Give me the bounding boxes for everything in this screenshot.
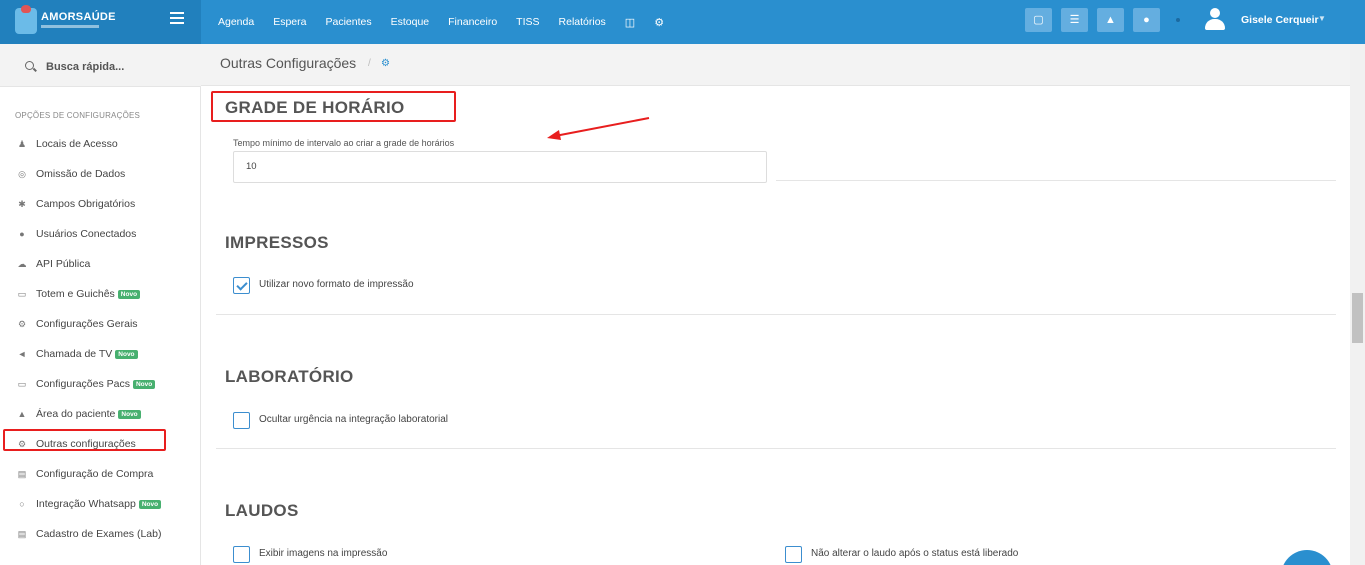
status-dot <box>1176 18 1180 22</box>
sidebar-heading: OPÇÕES DE CONFIGURAÇÕES <box>15 111 141 120</box>
laptop-icon: ▭ <box>17 288 27 299</box>
sidebar-item-label: Configurações Gerais <box>36 318 138 330</box>
section-title-laudos: LAUDOS <box>225 501 299 520</box>
new-badge: Novo <box>115 349 138 359</box>
nav-espera[interactable]: Espera <box>273 16 306 28</box>
sidebar-item[interactable]: ▲ Área do paciente Novo <box>0 399 201 429</box>
brand-logo-icon <box>15 5 37 34</box>
breadcrumb-separator: / <box>368 58 371 69</box>
show-images-label: Exibir imagens na impressão <box>259 548 388 559</box>
flask-icon: ▲ <box>17 409 27 419</box>
cloud-icon: ☁ <box>17 258 27 269</box>
sidebar-item[interactable]: ▤ Cadastro de Exames (Lab) <box>0 519 201 549</box>
nav-pacientes[interactable]: Pacientes <box>325 16 371 28</box>
scrollbar-thumb[interactable] <box>1352 293 1363 343</box>
section-title-grade: GRADE DE HORÁRIO <box>225 98 405 117</box>
person-icon: ♟ <box>17 138 27 149</box>
cart-icon: ▤ <box>17 468 27 479</box>
sidebar-list: ♟ Locais de Acesso ◎ Omissão de Dados ✱ Campo… <box>0 129 201 549</box>
bell-icon[interactable]: ▲ <box>1097 8 1124 32</box>
gears-icon: ⚙ <box>17 318 27 329</box>
show-images-checkbox[interactable] <box>233 546 250 563</box>
nav-financeiro[interactable]: Financeiro <box>448 16 497 28</box>
hide-urgency-checkbox[interactable] <box>233 412 250 429</box>
brand-name: AMORSAÚDE <box>41 11 116 23</box>
nav-tiss[interactable]: TISS <box>516 16 539 28</box>
section-title-impressos: IMPRESSOS <box>225 233 329 252</box>
sidebar-item[interactable]: ◎ Omissão de Dados <box>0 159 201 189</box>
arrow-annotation-icon <box>547 117 650 140</box>
sidebar-item[interactable]: ● Usuários Conectados <box>0 219 201 249</box>
breadcrumb: Outras Configurações / ⚙ <box>201 44 1365 86</box>
divider <box>216 448 1336 449</box>
lock-report-label: Não alterar o laudo após o status está l… <box>811 548 1019 559</box>
nav-agenda[interactable]: Agenda <box>218 16 254 28</box>
new-badge: Novo <box>132 379 156 389</box>
avatar[interactable] <box>1205 8 1225 30</box>
sidebar-item-label: Campos Obrigatórios <box>36 198 136 210</box>
search-icon <box>25 61 34 70</box>
menu-toggle-icon[interactable] <box>170 12 184 24</box>
section-title-laboratorio: LABORATÓRIO <box>225 367 354 386</box>
sidebar-item-label: Integração Whatsapp <box>36 498 136 510</box>
top-navbar: AMORSAÚDE Agenda Espera Pacientes Estoqu… <box>0 0 1365 44</box>
brand-area[interactable]: AMORSAÚDE <box>0 0 201 44</box>
page-title: Outras Configurações <box>220 55 357 71</box>
chat-widget-button[interactable] <box>1281 550 1333 565</box>
chat-icon[interactable]: ● <box>1133 8 1160 32</box>
asterisk-icon: ✱ <box>18 198 26 209</box>
sidebar-item-label: Área do paciente <box>36 408 116 420</box>
user-name[interactable]: Gisele Cerqueir <box>1241 14 1319 26</box>
sidebar-item[interactable]: ◄ Chamada de TV Novo <box>0 339 201 369</box>
sidebar-item-label: API Pública <box>36 258 91 270</box>
divider <box>216 314 1336 315</box>
sidebar-item-label: Configurações Pacs <box>36 378 130 390</box>
sidebar-item[interactable]: ✱ Campos Obrigatórios <box>0 189 201 219</box>
new-print-format-label: Utilizar novo formato de impressão <box>259 279 414 290</box>
interval-field-label: Tempo mínimo de intervalo ao criar a gra… <box>233 138 455 148</box>
nav-relatorios[interactable]: Relatórios <box>559 16 606 28</box>
sidebar-item-label: Totem e Guichês <box>36 288 115 300</box>
brand-tagline <box>41 25 99 28</box>
sidebar-item[interactable]: ☁ API Pública <box>0 249 201 279</box>
database-icon[interactable]: ◫ <box>625 16 635 29</box>
sidebar-item-label: Usuários Conectados <box>36 228 137 240</box>
hide-urgency-label: Ocultar urgência na integração laborator… <box>259 414 448 425</box>
quick-search[interactable]: Busca rápida... <box>0 44 201 87</box>
cart-icon: ▤ <box>17 528 27 539</box>
laptop-icon: ▭ <box>17 378 27 389</box>
sidebar-highlight-box <box>3 429 166 451</box>
eye-slash-icon: ◎ <box>18 168 26 179</box>
inbox-icon[interactable]: ▢ <box>1025 8 1052 32</box>
sidebar-item[interactable]: ○ Integração Whatsapp Novo <box>0 489 201 519</box>
whatsapp-icon: ○ <box>19 499 25 509</box>
new-badge: Novo <box>138 499 162 509</box>
main-nav: Agenda Espera Pacientes Estoque Financei… <box>218 0 683 44</box>
new-print-format-checkbox[interactable] <box>233 277 250 294</box>
sidebar-item[interactable]: ▭ Totem e Guichês Novo <box>0 279 201 309</box>
sidebar-item-label: Omissão de Dados <box>36 168 126 180</box>
gear-icon[interactable]: ⚙ <box>654 16 664 29</box>
sidebar-item[interactable]: ▭ Configurações Pacs Novo <box>0 369 201 399</box>
sidebar-item[interactable]: ▤ Configuração de Compra <box>0 459 201 489</box>
sidebar-item-label: Chamada de TV <box>36 348 113 360</box>
sidebar-item[interactable]: ⚙ Configurações Gerais <box>0 309 201 339</box>
sidebar-item-label: Locais de Acesso <box>36 138 118 150</box>
interval-input[interactable]: 10 <box>233 151 767 183</box>
sidebar-item-label: Cadastro de Exames (Lab) <box>36 528 162 540</box>
search-input[interactable]: Busca rápida... <box>46 61 124 73</box>
chevron-down-icon[interactable]: ▼ <box>1318 14 1326 23</box>
lock-report-checkbox[interactable] <box>785 546 802 563</box>
sidebar-item-label: Configuração de Compra <box>36 468 154 480</box>
nav-estoque[interactable]: Estoque <box>391 16 430 28</box>
list-icon[interactable]: ☰ <box>1061 8 1088 32</box>
sidebar-item[interactable]: ♟ Locais de Acesso <box>0 129 201 159</box>
user-icon: ● <box>19 229 25 239</box>
new-badge: Novo <box>117 289 141 299</box>
megaphone-icon: ◄ <box>17 349 27 359</box>
gears-icon: ⚙ <box>381 58 390 69</box>
divider <box>776 180 1336 181</box>
new-badge: Novo <box>118 409 141 419</box>
sidebar: Busca rápida... OPÇÕES DE CONFIGURAÇÕES … <box>0 44 201 565</box>
